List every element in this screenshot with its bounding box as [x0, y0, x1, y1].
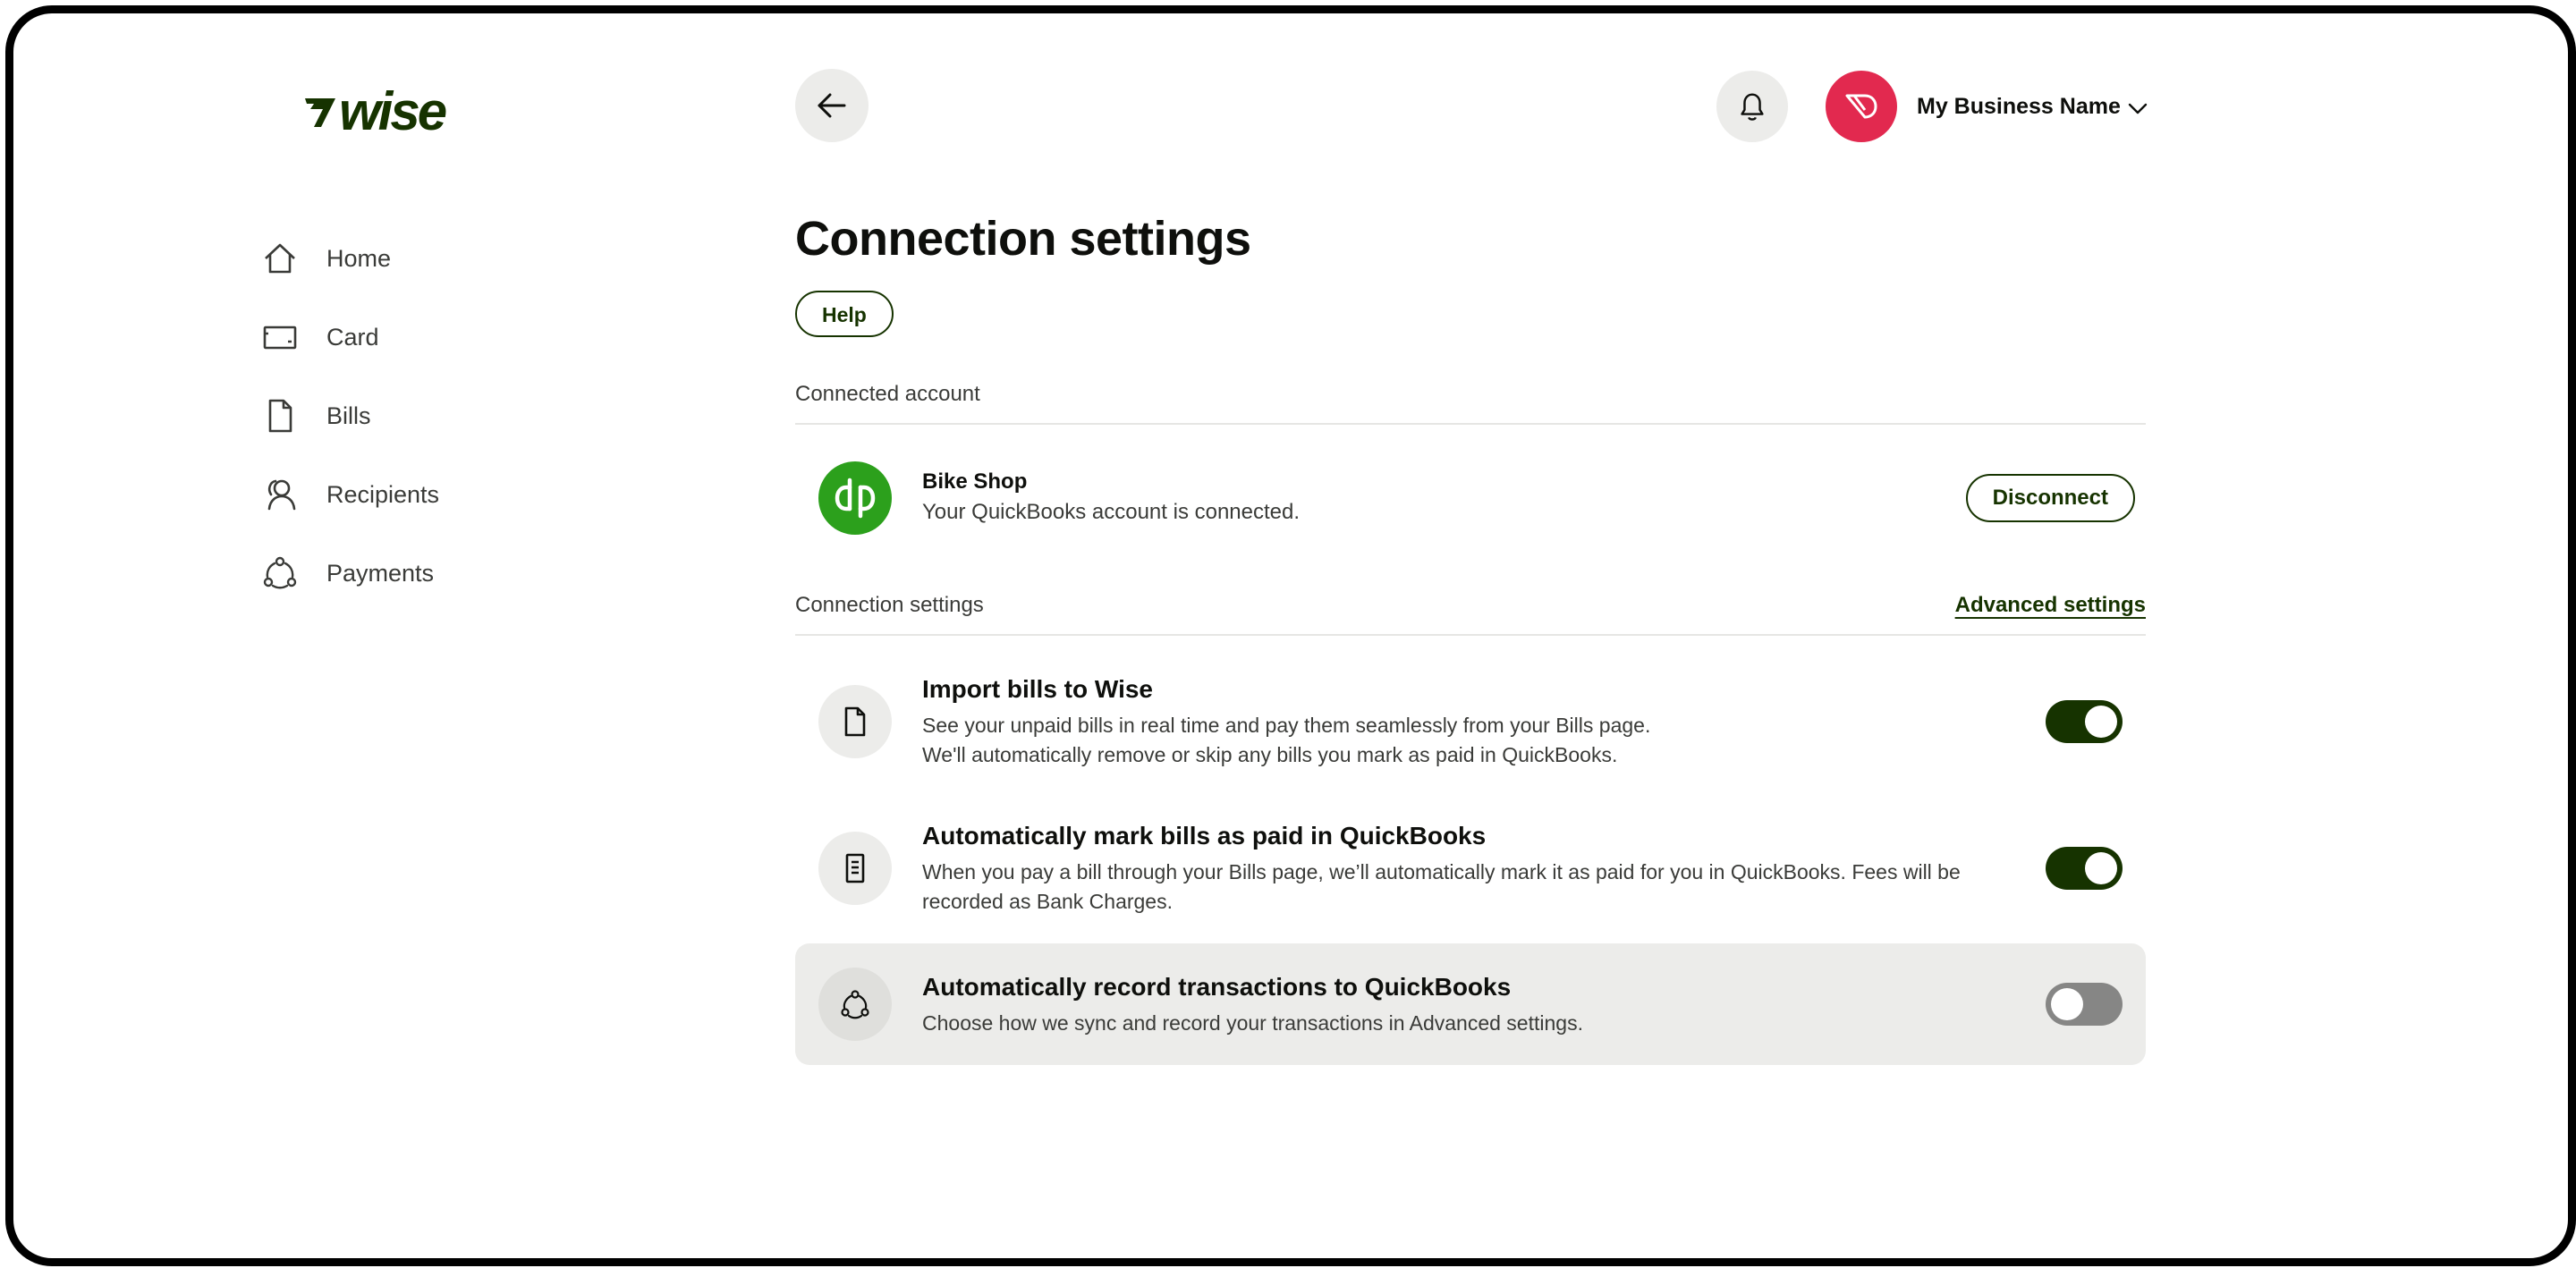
disconnect-button[interactable]: Disconnect [1965, 474, 2135, 522]
back-button[interactable] [795, 69, 869, 142]
avatar[interactable] [1826, 71, 1897, 142]
setting-text: Import bills to Wise See your unpaid bil… [922, 673, 2046, 770]
toggle-record-transactions[interactable] [2046, 983, 2123, 1026]
setting-text: Automatically mark bills as paid in Quic… [922, 820, 2046, 917]
notifications-button[interactable] [1716, 71, 1788, 142]
business-logo-icon [1845, 94, 1877, 119]
account-menu[interactable]: My Business Name [1826, 71, 2149, 142]
document-icon [818, 685, 892, 758]
account-name: My Business Name [1917, 93, 2121, 119]
setting-description-line: See your unpaid bills in real time and p… [922, 714, 1651, 737]
setting-import-bills: Import bills to Wise See your unpaid bil… [795, 668, 2146, 775]
connected-account-row: Bike Shop Your QuickBooks account is con… [795, 425, 2146, 536]
setting-description-line: We'll automatically remove or skip any b… [922, 743, 1618, 766]
arrow-left-icon [818, 93, 846, 118]
sidebar-item-label: Payments [326, 559, 435, 587]
sidebar-nav: Home Card Bills Recipients Payments [260, 219, 690, 613]
setting-title: Automatically mark bills as paid in Quic… [922, 822, 1487, 850]
payments-icon [260, 554, 300, 593]
sidebar-item-recipients[interactable]: Recipients [260, 455, 690, 534]
wise-logo[interactable]: wise [301, 81, 447, 141]
toggle-mark-bills-paid[interactable] [2046, 847, 2123, 890]
setting-record-transactions: Automatically record transactions to Qui… [795, 943, 2146, 1065]
card-icon [260, 317, 300, 357]
account-name-label: Bike Shop [922, 469, 1028, 494]
sidebar-item-payments[interactable]: Payments [260, 534, 690, 613]
setting-title: Automatically record transactions to Qui… [922, 972, 1512, 1001]
receipt-icon [818, 832, 892, 905]
chevron-down-icon [2128, 103, 2148, 114]
toggle-knob [2085, 852, 2117, 884]
account-details: Bike Shop Your QuickBooks account is con… [922, 468, 1966, 528]
sidebar-item-card[interactable]: Card [260, 298, 690, 376]
help-button[interactable]: Help [795, 291, 894, 337]
section-heading: Connection settings [795, 593, 984, 617]
recipients-icon [260, 475, 300, 514]
sidebar-item-bills[interactable]: Bills [260, 376, 690, 455]
setting-title: Import bills to Wise [922, 675, 1153, 703]
sidebar-item-label: Recipients [326, 480, 440, 508]
setting-description: Choose how we sync and record your trans… [922, 1010, 1583, 1035]
toggle-knob [2085, 706, 2117, 738]
wise-flag-icon [305, 98, 335, 127]
sidebar-item-label: Card [326, 323, 379, 351]
advanced-settings-link[interactable]: Advanced settings [1955, 593, 2146, 618]
setting-description: When you pay a bill through your Bills p… [922, 860, 1961, 913]
main-content: Connection settings Help Connected accou… [795, 210, 2146, 1065]
section-heading: Connected account [795, 382, 980, 406]
account-status: Your QuickBooks account is connected. [922, 500, 1301, 524]
setting-text: Automatically record transactions to Qui… [922, 971, 2046, 1038]
connection-settings-header: Connection settings Advanced settings [795, 593, 2146, 636]
toggle-import-bills[interactable] [2046, 700, 2123, 743]
bill-icon [260, 396, 300, 435]
quickbooks-logo-icon [818, 461, 892, 535]
connected-account-header: Connected account [795, 382, 2146, 425]
app-window: wise Home Card Bills Recipients Payments… [5, 5, 2576, 1266]
page-title: Connection settings [795, 212, 1251, 266]
toggle-knob [2051, 988, 2083, 1020]
setting-mark-bills-paid: Automatically mark bills as paid in Quic… [795, 815, 2146, 922]
sync-icon [818, 968, 892, 1041]
sidebar-item-home[interactable]: Home [260, 219, 690, 298]
setting-description: See your unpaid bills in real time and p… [922, 711, 2019, 770]
home-icon [260, 239, 300, 278]
bell-icon [1741, 93, 1764, 121]
sidebar-item-label: Home [326, 244, 392, 272]
sidebar-item-label: Bills [326, 402, 371, 429]
logo-text: wise [339, 81, 447, 141]
